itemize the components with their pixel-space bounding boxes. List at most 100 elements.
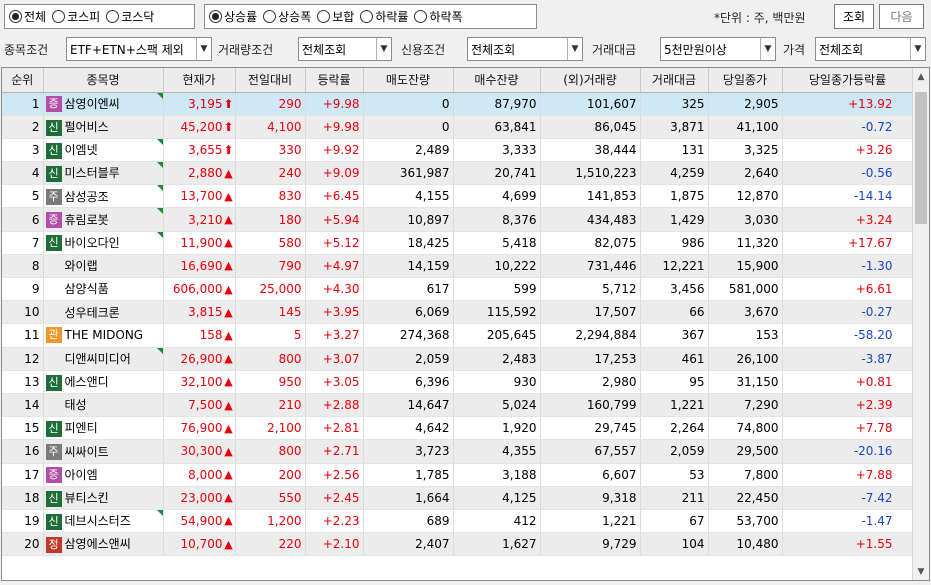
table-row[interactable]: 6 증 휴림로봇 3,210 ▲ 180 +5.94 10,897 8,376 434,483 1,… <box>2 207 914 232</box>
stock-name-cell[interactable]: 신 데브시스터즈 <box>43 509 164 534</box>
price-wrap: 32,100 ▲ <box>167 375 235 389</box>
stock-name-cell[interactable]: 신 바이오다인 <box>43 231 164 255</box>
column-header[interactable]: (외)거래량 <box>540 68 641 93</box>
column-header[interactable]: 등락률 <box>305 68 364 93</box>
price-cell: 10,700 ▲ <box>163 532 236 557</box>
stock-name-cell[interactable]: 정 삼영에스앤씨 <box>43 532 164 557</box>
table-row[interactable]: 2 신 펄어비스 45,200 ⬆ 4,100 +9.98 0 63,841 86,045 3,87… <box>2 115 914 139</box>
table-row[interactable]: 10 성우테크론 3,815 ▲ 145 +3.95 6,069 115,592 17,507 6… <box>2 300 914 325</box>
price-select[interactable]: 전체조회 ▼ <box>815 37 926 61</box>
sort-radio-3[interactable]: 하락률 <box>360 8 408 25</box>
next-button[interactable]: 다음 <box>879 4 924 29</box>
sort-radio-1[interactable]: 상승폭 <box>263 8 311 25</box>
stock-name-cell[interactable]: 신 뷰티스킨 <box>43 486 164 510</box>
buy-remaining-cell: 4,699 <box>453 184 541 209</box>
table-row[interactable]: 3 신 이엠넷 3,655 ⬆ 330 +9.92 2,489 3,333 38,444 131 3,… <box>2 138 914 163</box>
column-header[interactable]: 현재가 <box>163 68 236 93</box>
column-header[interactable]: 매수잔량 <box>453 68 541 93</box>
table-row[interactable]: 17 증 아이엠 8,000 ▲ 200 +2.56 1,785 3,188 6,607 53 7,8… <box>2 463 914 487</box>
stock-name-cell[interactable]: 증 삼영이엔씨 <box>43 92 164 116</box>
table-row[interactable]: 7 신 바이오다인 11,900 ▲ 580 +5.12 18,425 5,418 82,075 9… <box>2 231 914 255</box>
column-header[interactable]: 당일종가등락률 <box>782 68 914 93</box>
change-cell: 145 <box>235 300 306 325</box>
rank-cell: 13 <box>2 370 44 394</box>
column-header[interactable]: 순위 <box>2 68 44 93</box>
table-row[interactable]: 8 와이랩 16,690 ▲ 790 +4.97 14,159 10,222 731,446 12… <box>2 254 914 279</box>
volume-cell: 6,607 <box>540 463 641 487</box>
stock-name-cell[interactable]: 삼양식품 <box>43 277 164 302</box>
table-row[interactable]: 4 신 미스터블루 2,880 ▲ 240 +9.09 361,987 20,741 1,510,… <box>2 161 914 186</box>
market-radio-0[interactable]: 전체 <box>9 8 46 25</box>
trade-amount-cell: 986 <box>640 231 709 255</box>
price-wrap: 13,700 ▲ <box>167 189 235 203</box>
stock-name-cell[interactable]: 증 아이엠 <box>43 463 164 487</box>
chevron-down-icon: ▼ <box>910 38 925 60</box>
stock-name-cell[interactable]: 신 미스터블루 <box>43 161 164 186</box>
scroll-thumb[interactable] <box>915 92 927 224</box>
table-row[interactable]: 12 디앤씨미디어 26,900 ▲ 800 +3.07 2,059 2,483 17,253 4… <box>2 347 914 371</box>
stock-name-cell[interactable]: 신 이엠넷 <box>43 138 164 163</box>
corner-flag-icon <box>156 185 162 192</box>
search-button[interactable]: 조회 <box>834 4 874 29</box>
sort-radio-0[interactable]: 상승률 <box>209 8 257 25</box>
buy-remaining-cell: 115,592 <box>453 300 541 325</box>
table-row[interactable]: 19 신 데브시스터즈 54,900 ▲ 1,200 +2.23 689 412 1,221 67 5… <box>2 509 914 534</box>
corner-flag-icon <box>156 138 162 145</box>
change-cell: 830 <box>235 184 306 209</box>
market-badge: 신 <box>45 513 62 530</box>
column-header[interactable]: 종목명 <box>43 68 164 93</box>
market-radio-2[interactable]: 코스닥 <box>106 8 154 25</box>
closing-price-cell: 153 <box>708 323 783 348</box>
stock-name: 성우테크론 <box>64 305 120 320</box>
table-row[interactable]: 9 삼양식품 606,000 ▲ 25,000 +4.30 617 599 5,712 3,456… <box>2 277 914 302</box>
stock-name-cell[interactable]: 태성 <box>43 393 164 418</box>
stock-name-cell[interactable]: 신 피엔티 <box>43 416 164 441</box>
column-header[interactable]: 매도잔량 <box>363 68 454 93</box>
scroll-down-icon[interactable]: ▼ <box>913 563 929 580</box>
up-triangle-icon: ▲ <box>224 305 233 319</box>
stock-name-cell[interactable]: 신 에스앤디 <box>43 370 164 394</box>
column-header[interactable]: 거래대금 <box>640 68 709 93</box>
volume-condition-select[interactable]: 전체조회 ▼ <box>298 37 392 61</box>
table-row[interactable]: 11 관 THE MIDONG 158 ▲ 5 +3.27 274,368 205,645 2,2… <box>2 323 914 348</box>
table-row[interactable]: 13 신 에스앤디 32,100 ▲ 950 +3.05 6,396 930 2,980 95 31,… <box>2 370 914 394</box>
stock-name-cell[interactable]: 증 휴림로봇 <box>43 207 164 232</box>
stock-name-cell[interactable]: 관 THE MIDONG <box>43 323 164 348</box>
table-row[interactable]: 20 정 삼영에스앤씨 10,700 ▲ 220 +2.10 2,407 1,627 9,729 1… <box>2 532 914 557</box>
table-body: 1 증 삼영이엔씨 3,195 ⬆ 290 +9.98 0 87,970 101,607 325 2,… <box>2 92 914 557</box>
table-row[interactable]: 18 신 뷰티스킨 23,000 ▲ 550 +2.45 1,664 4,125 9,318 211… <box>2 486 914 510</box>
price-cell: 26,900 ▲ <box>163 347 236 371</box>
stock-condition-select[interactable]: ETF+ETN+스팩 제외 ▼ <box>66 37 212 61</box>
radio-dot-icon <box>209 10 222 23</box>
vertical-scrollbar[interactable]: ▲ ▼ <box>912 68 929 580</box>
stock-name-cell[interactable]: 디앤씨미디어 <box>43 347 164 371</box>
stock-name-cell[interactable]: 성우테크론 <box>43 300 164 325</box>
stock-name-cell[interactable]: 신 펄어비스 <box>43 115 164 139</box>
stock-name-cell[interactable]: 주 삼성공조 <box>43 184 164 209</box>
column-header[interactable]: 당일종가 <box>708 68 783 93</box>
market-radio-1[interactable]: 코스피 <box>52 8 100 25</box>
up-triangle-icon: ▲ <box>224 491 233 505</box>
table-row[interactable]: 15 신 피엔티 76,900 ▲ 2,100 +2.81 4,642 1,920 29,745 2… <box>2 416 914 441</box>
rate-cell: +2.45 <box>305 486 364 510</box>
price-wrap: 16,690 ▲ <box>167 259 235 273</box>
sell-remaining-cell: 6,069 <box>363 300 454 325</box>
volume-cell: 29,745 <box>540 416 641 441</box>
trade-amount-select[interactable]: 5천만원이상 ▼ <box>660 37 776 61</box>
scroll-up-icon[interactable]: ▲ <box>913 68 929 85</box>
rate-cell: +5.12 <box>305 231 364 255</box>
closing-price-cell: 2,640 <box>708 161 783 186</box>
stock-name-cell[interactable]: 주 씨싸이트 <box>43 439 164 464</box>
stock-name-cell[interactable]: 와이랩 <box>43 254 164 279</box>
credit-condition-select[interactable]: 전체조회 ▼ <box>467 37 583 61</box>
volume-cell: 101,607 <box>540 92 641 116</box>
column-header[interactable]: 전일대비 <box>235 68 306 93</box>
sort-radio-4[interactable]: 하락폭 <box>414 8 463 25</box>
table-row[interactable]: 5 주 삼성공조 13,700 ▲ 830 +6.45 4,155 4,699 141,853 1,… <box>2 184 914 209</box>
sort-radio-2[interactable]: 보합 <box>317 8 354 25</box>
table-row[interactable]: 16 주 씨싸이트 30,300 ▲ 800 +2.71 3,723 4,355 67,557 2,… <box>2 439 914 464</box>
radio-dot-icon <box>106 10 120 23</box>
table-row[interactable]: 1 증 삼영이엔씨 3,195 ⬆ 290 +9.98 0 87,970 101,607 325 2,… <box>2 92 914 116</box>
trade-amount-cell: 53 <box>640 463 709 487</box>
table-row[interactable]: 14 태성 7,500 ▲ 210 +2.88 14,647 5,024 160,799 1,22… <box>2 393 914 418</box>
